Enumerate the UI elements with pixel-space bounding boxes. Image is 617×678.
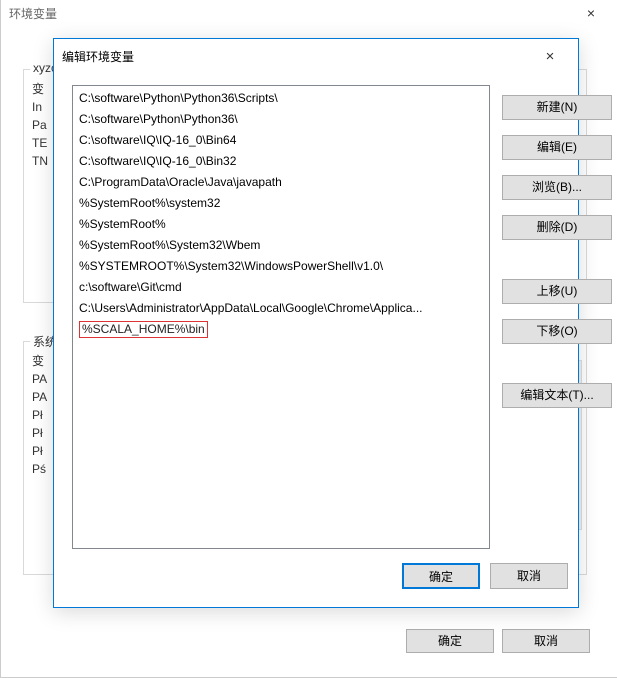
path-entry[interactable]: C:\Users\Administrator\AppData\Local\Goo…	[73, 298, 489, 319]
edit-env-var-title: 编辑环境变量	[62, 48, 134, 65]
env-vars-titlebar: 环境变量 ×	[1, 0, 617, 27]
edit-env-var-dialog: 编辑环境变量 × C:\software\Python\Python36\Scr…	[53, 38, 579, 608]
path-entry[interactable]: %SystemRoot%	[73, 214, 489, 235]
path-entry[interactable]: %SystemRoot%\System32\Wbem	[73, 235, 489, 256]
path-entry[interactable]: C:\software\Python\Python36\Scripts\	[73, 88, 489, 109]
path-entry[interactable]: %SystemRoot%\system32	[73, 193, 489, 214]
path-entry[interactable]: C:\software\Python\Python36\	[73, 109, 489, 130]
delete-button[interactable]: 删除(D)	[502, 215, 612, 240]
move-down-button[interactable]: 下移(O)	[502, 319, 612, 344]
edit-env-var-titlebar: 编辑环境变量 ×	[54, 39, 578, 73]
edit-text-button[interactable]: 编辑文本(T)...	[502, 383, 612, 408]
ok-button[interactable]: 确定	[402, 563, 480, 589]
close-icon[interactable]: ×	[571, 5, 611, 21]
path-entry[interactable]: C:\software\IQ\IQ-16_0\Bin32	[73, 151, 489, 172]
path-entry[interactable]: %SYSTEMROOT%\System32\WindowsPowerShell\…	[73, 256, 489, 277]
path-listbox[interactable]: C:\software\Python\Python36\Scripts\C:\s…	[72, 85, 490, 549]
path-entry[interactable]: %SCALA_HOME%\bin	[79, 321, 208, 338]
cancel-button[interactable]: 取消	[502, 629, 590, 653]
cancel-button[interactable]: 取消	[490, 563, 568, 589]
path-entry[interactable]: C:\ProgramData\Oracle\Java\javapath	[73, 172, 489, 193]
close-icon[interactable]: ×	[530, 48, 570, 65]
move-up-button[interactable]: 上移(U)	[502, 279, 612, 304]
env-vars-title: 环境变量	[9, 5, 57, 22]
edit-button[interactable]: 编辑(E)	[502, 135, 612, 160]
browse-button[interactable]: 浏览(B)...	[502, 175, 612, 200]
path-entry[interactable]: c:\software\Git\cmd	[73, 277, 489, 298]
path-entry[interactable]: C:\software\IQ\IQ-16_0\Bin64	[73, 130, 489, 151]
new-button[interactable]: 新建(N)	[502, 95, 612, 120]
ok-button[interactable]: 确定	[406, 629, 494, 653]
